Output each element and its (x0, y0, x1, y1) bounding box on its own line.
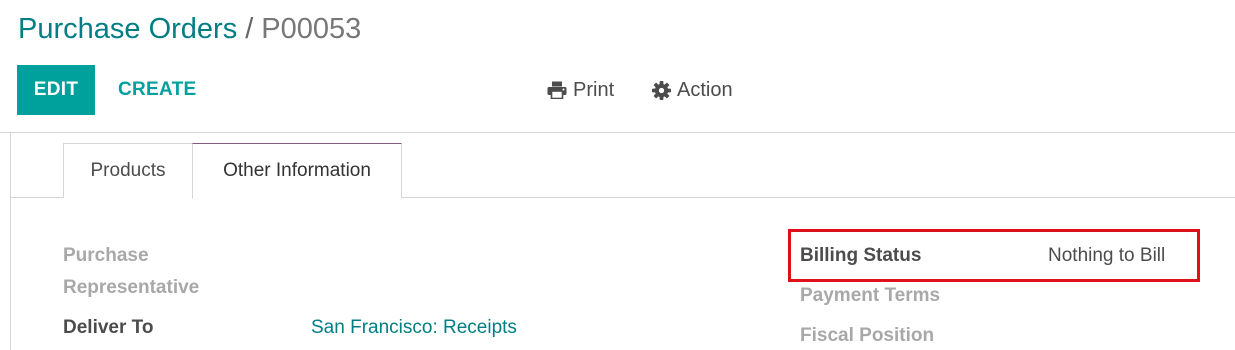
print-icon (547, 81, 567, 99)
gear-icon (652, 80, 671, 100)
print-label: Print (573, 78, 615, 101)
fiscal-position-label: Fiscal Position (800, 325, 935, 346)
print-dropdown-button[interactable]: Print (547, 65, 614, 115)
breadcrumb: Purchase Orders / P00053 (18, 10, 361, 48)
breadcrumb-separator: / (245, 13, 254, 45)
action-label: Action (677, 78, 733, 101)
deliver-to-label: Deliver To (63, 317, 154, 338)
breadcrumb-current-record: P00053 (261, 13, 362, 45)
purchase-representative-label-line2: Representative (63, 277, 200, 298)
breadcrumb-purchase-orders[interactable]: Purchase Orders (18, 13, 237, 45)
purchase-order-page: Purchase Orders / P00053 EDIT CREATE Print… (0, 0, 1235, 350)
tab-other-information[interactable]: Other Information (192, 143, 402, 199)
billing-status-highlight (788, 229, 1200, 282)
create-button[interactable]: CREATE (110, 65, 205, 115)
action-dropdown-button[interactable]: Action (652, 65, 733, 115)
tab-products[interactable]: Products (63, 143, 193, 198)
payment-terms-label: Payment Terms (800, 285, 941, 306)
purchase-representative-label-line1: Purchase (63, 245, 149, 266)
edit-button[interactable]: EDIT (17, 65, 95, 115)
deliver-to-value[interactable]: San Francisco: Receipts (311, 312, 517, 344)
